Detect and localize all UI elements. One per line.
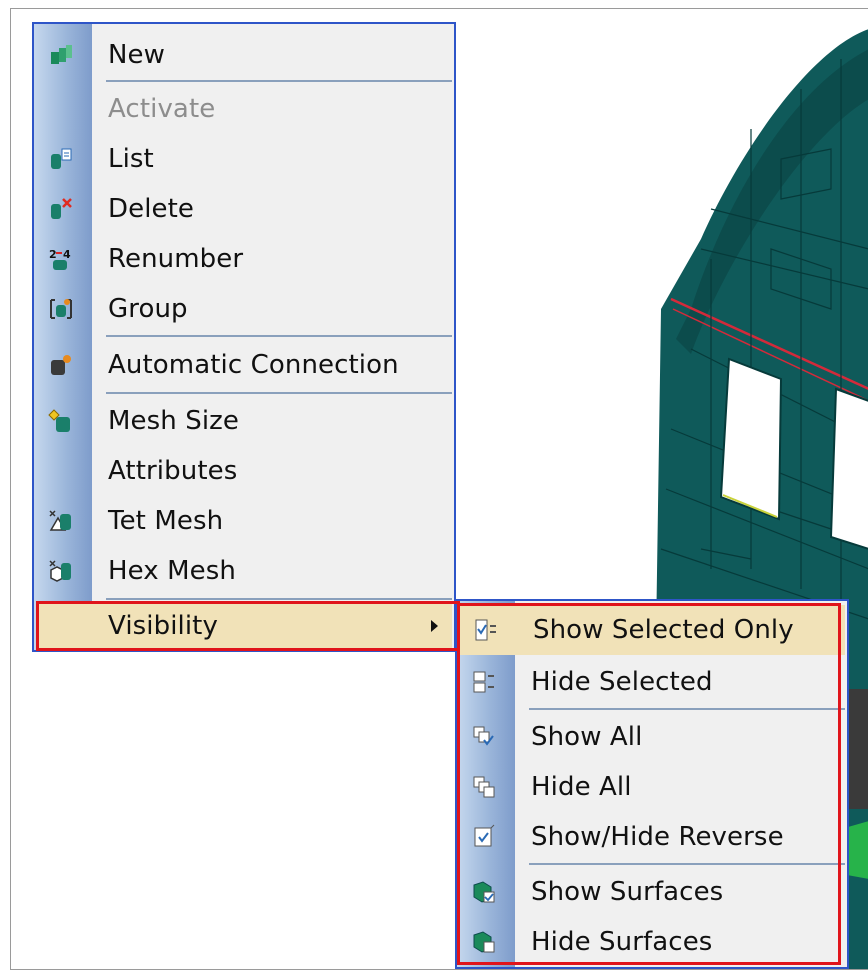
show-all-icon	[471, 724, 497, 750]
model-window-opening	[719, 357, 783, 521]
menu-item-renumber[interactable]: 24 Renumber	[34, 234, 454, 284]
menu-item-visibility[interactable]: Visibility	[36, 602, 452, 650]
menu-item-new[interactable]: New	[34, 30, 454, 80]
model-window-opening-2	[829, 387, 868, 550]
menu-separator	[529, 863, 845, 865]
context-menu: New Activate List Delete 24 Renumber Gro…	[32, 22, 456, 652]
menu-item-list[interactable]: List	[34, 134, 454, 184]
menu-item-mesh-size[interactable]: Mesh Size	[34, 396, 454, 446]
automatic-connection-icon	[48, 352, 74, 378]
show-surfaces-icon	[471, 879, 497, 905]
submenu-arrow-icon	[431, 620, 438, 632]
hide-all-icon	[471, 774, 497, 800]
menu-item-hex-mesh[interactable]: Hex Mesh	[34, 546, 454, 596]
hide-surfaces-icon	[471, 929, 497, 955]
show-hide-reverse-icon	[471, 824, 497, 850]
new-part-icon	[48, 42, 74, 68]
submenu-item-hide-all[interactable]: Hide All	[457, 762, 847, 812]
svg-text:2: 2	[49, 248, 57, 261]
svg-text:4: 4	[63, 248, 71, 261]
menu-separator	[106, 335, 452, 337]
menu-item-group[interactable]: Group	[34, 284, 454, 334]
menu-separator	[529, 708, 845, 710]
menu-separator	[106, 80, 452, 82]
submenu-item-hide-surfaces[interactable]: Hide Surfaces	[457, 917, 847, 967]
submenu-item-show-hide-reverse[interactable]: Show/Hide Reverse	[457, 812, 847, 862]
submenu-item-show-selected-only[interactable]: Show Selected Only	[459, 605, 845, 655]
show-selected-only-icon	[473, 617, 499, 643]
menu-separator	[106, 392, 452, 394]
menu-item-tet-mesh[interactable]: Tet Mesh	[34, 496, 454, 546]
submenu-item-show-surfaces[interactable]: Show Surfaces	[457, 867, 847, 917]
renumber-icon: 24	[48, 246, 74, 272]
submenu-item-hide-selected[interactable]: Hide Selected	[457, 657, 847, 707]
tet-mesh-icon	[48, 508, 74, 534]
menu-item-automatic-connection[interactable]: Automatic Connection	[34, 339, 454, 391]
menu-separator	[106, 598, 452, 600]
menu-item-delete[interactable]: Delete	[34, 184, 454, 234]
menu-item-attributes[interactable]: Attributes	[34, 446, 454, 496]
menu-item-activate: Activate	[108, 94, 216, 124]
mesh-size-icon	[48, 408, 74, 434]
hex-mesh-icon	[48, 558, 74, 584]
group-icon	[48, 296, 74, 322]
list-icon	[48, 146, 74, 172]
visibility-submenu: Show Selected Only Hide Selected Show Al…	[455, 599, 849, 969]
hide-selected-icon	[471, 669, 497, 695]
delete-icon	[48, 196, 74, 222]
submenu-item-show-all[interactable]: Show All	[457, 712, 847, 762]
